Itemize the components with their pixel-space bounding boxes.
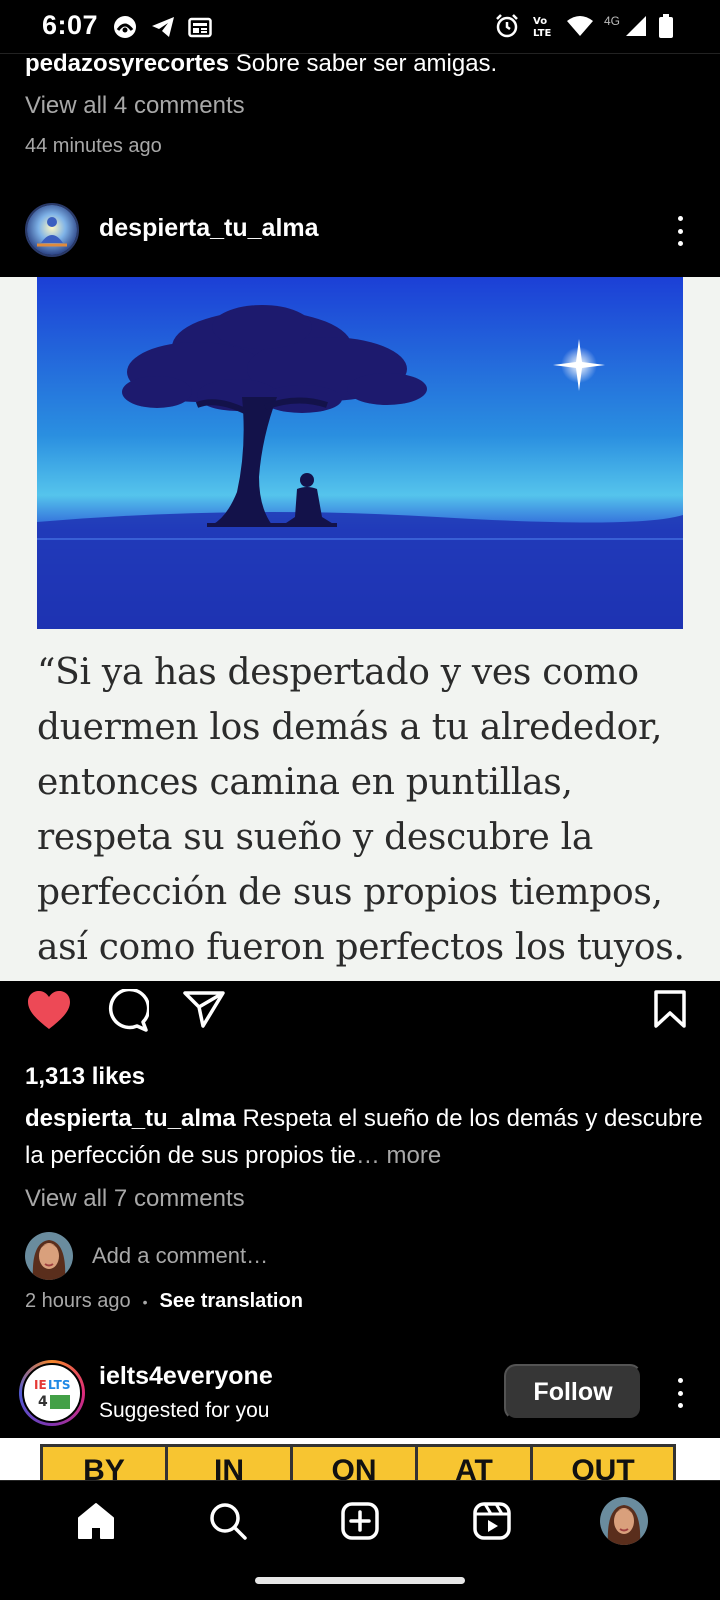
- like-heart-icon[interactable]: [26, 989, 72, 1031]
- share-icon[interactable]: [182, 989, 226, 1029]
- post-author-username[interactable]: despierta_tu_alma: [99, 214, 319, 243]
- meta-separator: •: [142, 1293, 148, 1310]
- post-author-avatar[interactable]: [25, 203, 79, 257]
- wifi-icon: [566, 16, 593, 36]
- profile-avatar: [600, 1496, 648, 1545]
- post-meta-row: 2 hours ago • See translation: [25, 1290, 303, 1313]
- news-icon: [188, 17, 212, 38]
- meditation-avatar-image: [27, 205, 77, 255]
- profile-portrait-image: [600, 1496, 648, 1545]
- caption-username[interactable]: despierta_tu_alma: [25, 1105, 236, 1132]
- suggested-account-avatar[interactable]: IE LTS 4: [19, 1360, 85, 1426]
- add-comment-input[interactable]: Add a comment…: [92, 1243, 268, 1269]
- nav-reels[interactable]: [462, 1491, 522, 1551]
- post-image-quote: “Si ya has despertado y ves como duermen…: [37, 652, 685, 968]
- previous-post-timestamp: 44 minutes ago: [25, 135, 162, 157]
- follow-button[interactable]: Follow: [504, 1364, 642, 1420]
- post-timestamp: 2 hours ago: [25, 1290, 131, 1312]
- suggested-post-image[interactable]: BY IN ON AT OUT: [0, 1438, 720, 1480]
- image-cell-on: ON: [290, 1444, 418, 1480]
- suggested-account-username[interactable]: ielts4everyone: [99, 1362, 273, 1391]
- image-cell-by: BY: [40, 1444, 168, 1480]
- status-time: 6:07: [42, 10, 99, 40]
- current-user-avatar: [25, 1232, 73, 1280]
- svg-text:4: 4: [38, 1394, 48, 1410]
- previous-post-view-comments[interactable]: View all 4 comments: [25, 92, 245, 120]
- bottom-nav-bar: [0, 1480, 720, 1560]
- battery-icon: [659, 14, 673, 38]
- gesture-home-indicator[interactable]: [255, 1577, 465, 1584]
- image-cell-in: IN: [165, 1444, 293, 1480]
- post-actions: [0, 985, 720, 1045]
- alarm-icon: [496, 14, 518, 38]
- search-icon: [210, 1502, 247, 1540]
- svg-text:LTE: LTE: [533, 28, 552, 39]
- comment-icon[interactable]: [105, 989, 149, 1033]
- view-all-comments[interactable]: View all 7 comments: [25, 1185, 245, 1213]
- telegram-icon: [152, 17, 174, 37]
- previous-post-caption-text: Sobre saber ser amigas.: [235, 50, 498, 77]
- nav-create[interactable]: [330, 1491, 390, 1551]
- status-bar: 6:07 Vo LTE 4G: [0, 0, 720, 54]
- svg-text:Vo: Vo: [533, 16, 547, 27]
- previous-post-username[interactable]: pedazosyrecortes: [25, 50, 229, 77]
- image-cell-at: AT: [415, 1444, 533, 1480]
- nav-search[interactable]: [198, 1491, 258, 1551]
- tree-meditation-illustration: [37, 277, 683, 629]
- post-options-icon[interactable]: [675, 216, 685, 246]
- svg-text:IE: IE: [34, 1378, 47, 1392]
- create-icon: [341, 1501, 379, 1540]
- home-icon: [78, 1502, 114, 1539]
- signal-icon: [626, 16, 646, 36]
- see-translation-link[interactable]: See translation: [160, 1290, 303, 1313]
- status-system-icons: Vo LTE 4G: [494, 13, 674, 39]
- network-type: 4G: [603, 14, 620, 28]
- previous-post-caption: pedazosyrecortes Sobre saber ser amigas.: [25, 50, 497, 78]
- save-bookmark-icon[interactable]: [652, 989, 688, 1029]
- caption-more-link[interactable]: … more: [356, 1142, 441, 1169]
- suggested-post-options-icon[interactable]: [675, 1378, 685, 1408]
- svg-text:LTS: LTS: [48, 1378, 71, 1392]
- nav-home[interactable]: [66, 1491, 126, 1551]
- post-image[interactable]: “Si ya has despertado y ves como duermen…: [0, 277, 720, 981]
- status-notification-icons: [112, 14, 212, 40]
- nav-profile[interactable]: [594, 1491, 654, 1551]
- volte-icon: VoLTE: [533, 16, 552, 39]
- post-caption: despierta_tu_alma Respeta el sueño de lo…: [25, 1100, 705, 1174]
- ring-app-icon: [114, 16, 136, 38]
- image-cell-out: OUT: [530, 1444, 676, 1480]
- likes-count[interactable]: 1,313 likes: [25, 1063, 145, 1091]
- ielts-logo-image: IE LTS 4: [30, 1377, 74, 1410]
- reels-icon: [473, 1501, 511, 1540]
- suggested-for-you-label: Suggested for you: [99, 1399, 270, 1422]
- user-portrait-image: [25, 1232, 73, 1280]
